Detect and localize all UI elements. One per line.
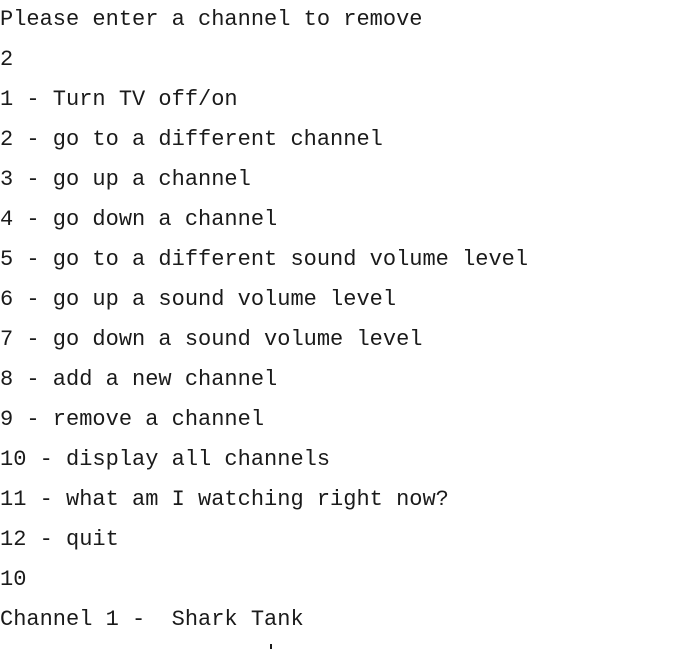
menu-option-6: 6 - go up a sound volume level (0, 287, 397, 312)
console-user-input: 2 (0, 47, 14, 72)
cut-off-glyph (270, 644, 272, 649)
menu-option-10: 10 - display all channels (0, 447, 331, 472)
menu-option-2: 2 - go to a different channel (0, 127, 383, 152)
menu-option-11: 11 - what am I watching right now? (0, 487, 449, 512)
console-user-input: 10 (0, 567, 27, 592)
console-prompt-line: Please enter a channel to remove (0, 7, 423, 32)
menu-option-1: 1 - Turn TV off/on (0, 87, 238, 112)
menu-option-5: 5 - go to a different sound volume level (0, 247, 529, 272)
menu-option-9: 9 - remove a channel (0, 407, 265, 432)
menu-option-7: 7 - go down a sound volume level (0, 327, 423, 352)
menu-option-4: 4 - go down a channel (0, 207, 278, 232)
console-output: Please enter a channel to remove 2 1 - T… (0, 0, 684, 649)
menu-option-8: 8 - add a new channel (0, 367, 278, 392)
menu-option-3: 3 - go up a channel (0, 167, 251, 192)
channel-list-output: Channel 1 - Shark Tank (0, 607, 304, 632)
menu-option-12: 12 - quit (0, 527, 119, 552)
